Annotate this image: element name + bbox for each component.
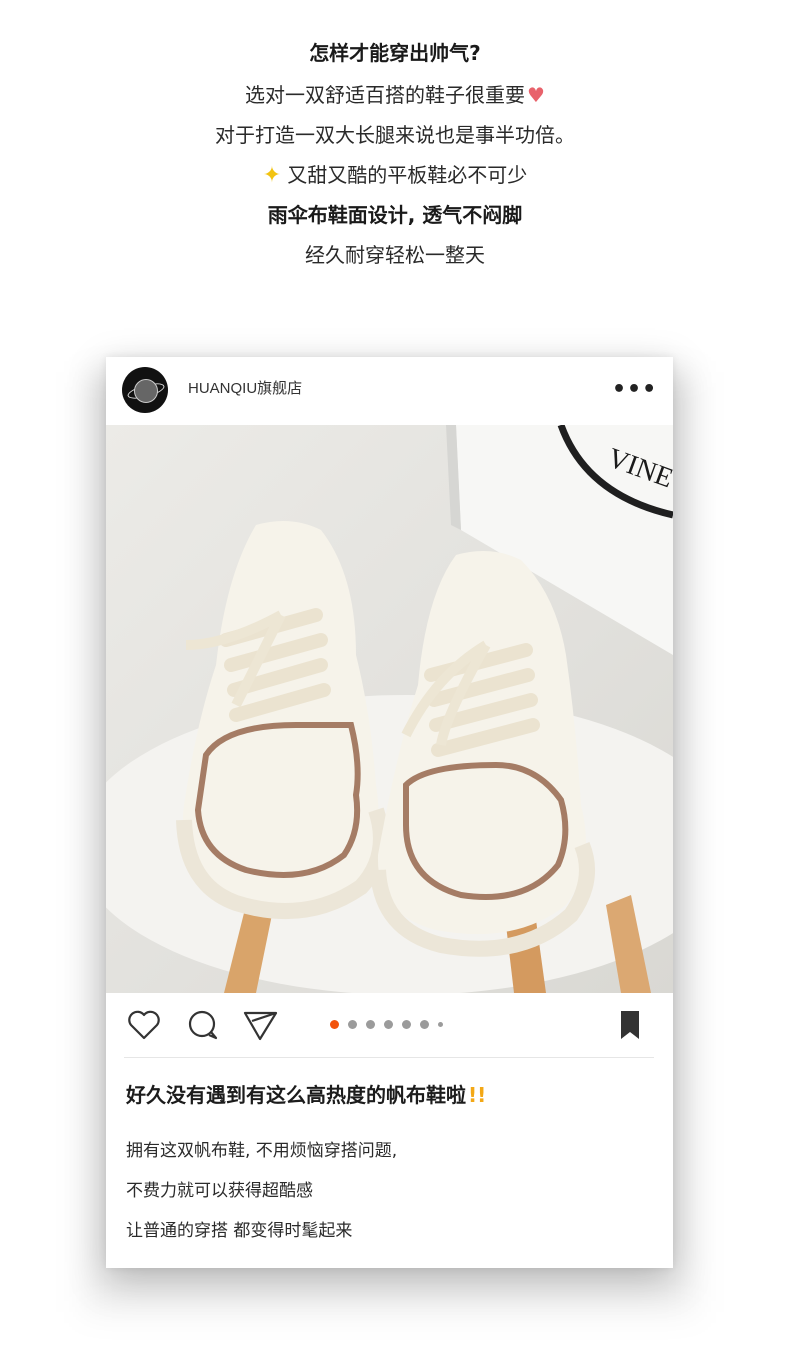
carousel-dot[interactable] (402, 1020, 411, 1029)
post-caption-line-2: 不费力就可以获得超酷感 (126, 1181, 313, 1201)
right-shoe (370, 551, 595, 957)
left-shoe (176, 521, 389, 919)
product-photo[interactable]: VINEY (106, 425, 673, 993)
globe-icon (134, 379, 158, 403)
intro-headline: 怎样才能穿出帅气? (309, 41, 481, 65)
post-caption-line-3: 让普通的穿搭 都变得时髦起来 (126, 1221, 353, 1241)
double-exclamation-icon: !! (468, 1083, 487, 1107)
carousel-dot[interactable] (348, 1020, 357, 1029)
intro-line-5: 雨伞布鞋面设计, 透气不闷脚 (267, 203, 523, 227)
carousel-dot[interactable] (384, 1020, 393, 1029)
post-header: HUANQIU旗舰店 ••• (106, 357, 673, 425)
avatar[interactable] (122, 367, 168, 413)
post-title-text: 好久没有遇到有这么高热度的帆布鞋啦 (126, 1083, 466, 1107)
carousel-dot-small[interactable] (438, 1022, 443, 1027)
more-options-button[interactable]: ••• (612, 375, 656, 405)
red-heart-icon: ♥ (527, 83, 545, 107)
action-bar (106, 993, 673, 1053)
post-card: HUANQIU旗舰店 ••• VINEY 好久没有遇到有这么高热度的帆布鞋啦 !… (106, 357, 673, 1268)
intro-line-4: ✦ 又甜又酷的平板鞋必不可少 (0, 160, 790, 190)
intro-line-6: 经久耐穿轻松一整天 (305, 243, 485, 267)
carousel-dot[interactable] (420, 1020, 429, 1029)
intro-line-4-text: 又甜又酷的平板鞋必不可少 (287, 163, 528, 187)
carousel-dot-active[interactable] (330, 1020, 339, 1029)
intro-line-2: 选对一双舒适百搭的鞋子很重要 ♥ (0, 80, 790, 110)
shoes-illustration: VINEY (106, 425, 673, 993)
intro-line-3: 对于打造一双大长腿来说也是事半功倍。 (215, 123, 575, 147)
post-caption-line-1: 拥有这双帆布鞋, 不用烦恼穿搭问题, (126, 1141, 398, 1161)
intro-line-2-text: 选对一双舒适百搭的鞋子很重要 (245, 83, 526, 107)
post-title: 好久没有遇到有这么高热度的帆布鞋啦!! (126, 1079, 486, 1108)
sparkles-icon: ✦ (262, 163, 282, 188)
comment-bubble-icon[interactable] (185, 1007, 221, 1043)
paper-plane-icon[interactable] (242, 1007, 278, 1043)
bookmark-icon[interactable] (612, 1007, 648, 1043)
divider (124, 1057, 654, 1058)
carousel-dot[interactable] (366, 1020, 375, 1029)
store-name[interactable]: HUANQIU旗舰店 (188, 377, 302, 398)
heart-outline-icon[interactable] (126, 1007, 162, 1043)
